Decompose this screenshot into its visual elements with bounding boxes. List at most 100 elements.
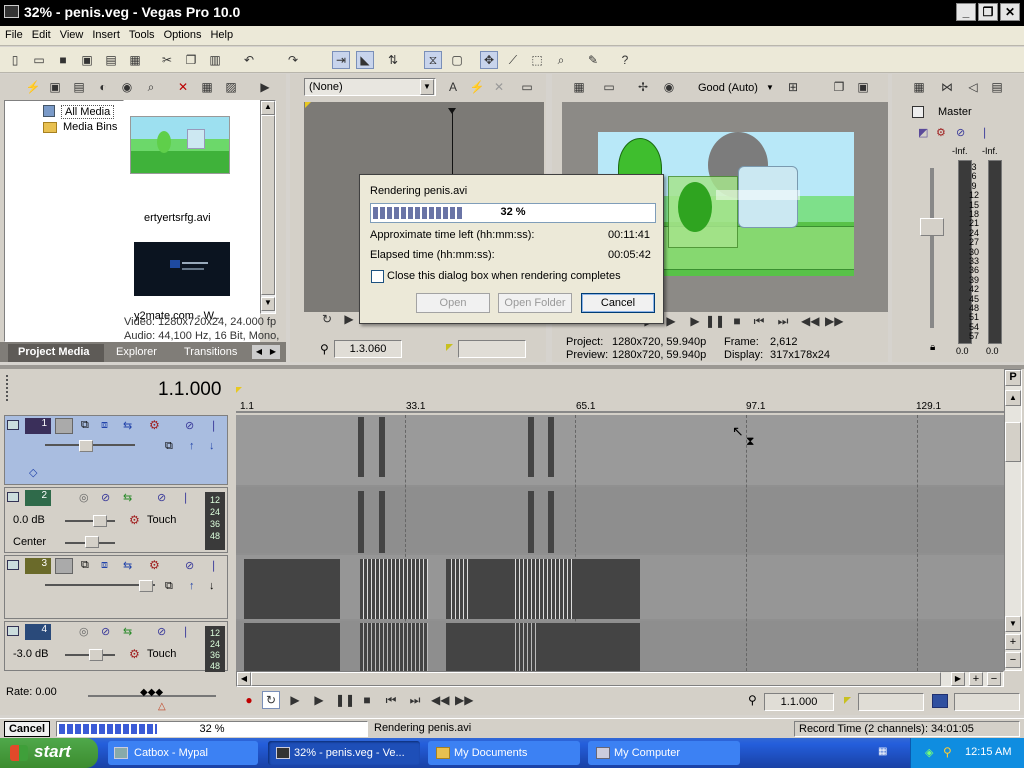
video-event[interactable] (512, 559, 572, 619)
preview-quality-select[interactable]: Good (Auto) (698, 82, 758, 94)
menu-tools[interactable]: Tools (124, 26, 159, 41)
menu-edit[interactable]: Edit (27, 26, 55, 41)
mute-icon[interactable]: ⊘ (185, 559, 194, 572)
show-video-icon[interactable]: ▭ (518, 78, 536, 96)
preview-play-2-icon[interactable]: ▶ (686, 312, 704, 330)
volume-slider[interactable] (89, 649, 103, 661)
normal-edit-tool-icon[interactable]: ✥ (480, 51, 498, 69)
timeline-horizontal-scrollbar[interactable]: ◀ ▶ + − (236, 671, 1004, 687)
make-compositing-child-icon[interactable]: ↑ (189, 580, 195, 592)
media-thumbnail[interactable] (130, 116, 230, 174)
zoom-in-icon[interactable]: + (1005, 634, 1021, 650)
go-to-start-icon[interactable]: ⏮ (382, 691, 400, 709)
auto-crossfade-icon[interactable]: ⧖ (424, 51, 442, 69)
timeline-marker-icon[interactable]: P (1005, 370, 1021, 386)
taskbar-item-catbox[interactable]: Catbox - Mypal (108, 741, 258, 765)
track-header-2[interactable]: 2 ◎ ⊘ ⇆ ⊘ ❘ 0.0 dB ⚙ Touch Center 12 24 36… (4, 487, 228, 553)
cut-icon[interactable]: ✂ (158, 51, 176, 69)
track-minimize-icon[interactable] (7, 492, 19, 502)
language-icon[interactable]: ▦ (878, 742, 890, 762)
solo-icon[interactable]: ❘ (181, 625, 190, 638)
parent-motion-icon[interactable]: ⧈ (101, 559, 108, 572)
audio-event[interactable] (244, 623, 340, 671)
master-fader[interactable] (920, 218, 944, 236)
menu-file[interactable]: File (0, 26, 27, 41)
preview-pause-icon[interactable]: ❚❚ (704, 312, 725, 330)
open-button[interactable]: Open (416, 293, 490, 313)
cancel-button[interactable]: Cancel (581, 293, 655, 313)
open-folder-button[interactable]: Open Folder (498, 293, 572, 313)
loop-region-icon[interactable] (932, 694, 948, 708)
remove-media-icon[interactable]: ✕ (174, 78, 192, 96)
media-fx-icon[interactable]: ◉ (118, 78, 136, 96)
views-icon[interactable]: ▨ (222, 78, 240, 96)
taskbar-item-my-documents[interactable]: My Documents (428, 741, 580, 765)
video-event[interactable] (528, 417, 534, 477)
lock-icon[interactable]: 🔒︎ (930, 342, 935, 353)
save-icon[interactable]: ■ (54, 51, 72, 69)
new-icon[interactable]: ▯ (6, 51, 24, 69)
trimmer-play-icon[interactable]: ▶ (340, 310, 358, 328)
maximize-button[interactable]: ❐ (978, 3, 998, 21)
capture-video-icon[interactable]: ▣ (46, 78, 64, 96)
whats-this-help-icon[interactable]: ? (616, 51, 634, 69)
preview-play-from-start-icon[interactable]: ▶ (662, 312, 680, 330)
snapping-icon[interactable]: ⇥ (332, 51, 350, 69)
copy-snapshot-icon[interactable]: ❐ (830, 78, 848, 96)
taskbar-item-vegas[interactable]: 32% - penis.veg - Ve... (268, 741, 420, 765)
start-preview-icon[interactable]: ▶ (256, 78, 274, 96)
compositing-mode-icon[interactable]: ⧉ (81, 419, 89, 432)
make-compositing-parent-icon[interactable]: ↓ (209, 580, 215, 592)
auto-ripple-icon[interactable]: ◣ (356, 51, 374, 69)
taskbar-item-my-computer[interactable]: My Computer (588, 741, 740, 765)
video-event[interactable] (244, 559, 340, 619)
make-compositing-child-icon[interactable]: ↑ (189, 440, 195, 452)
automation-mode[interactable]: Touch (147, 514, 176, 526)
track-header-1[interactable]: 1 ⧉ ⧈ ⇆ ⚙ ⊘ ❘ ⧉ ↑ ↓ ◇ (4, 415, 228, 485)
ignore-grouping-icon[interactable]: ▢ (448, 51, 466, 69)
track-header-3[interactable]: 3 ⧉ ⧈ ⇆ ⚙ ⊘ ❘ ⧉ ↑ ↓ (4, 555, 228, 619)
go-to-end-icon[interactable]: ⏭ (406, 691, 424, 709)
mixer-properties-icon[interactable]: ▦ (910, 78, 928, 96)
open-icon[interactable]: ▭ (30, 51, 48, 69)
search-icon[interactable]: ⚲ (943, 745, 952, 759)
track-motion-icon[interactable]: ⇆ (123, 559, 132, 572)
track-fx-icon[interactable]: ⇆ (123, 625, 132, 638)
downmix-icon[interactable]: ⋈ (938, 78, 956, 96)
invert-phase-icon[interactable]: ⊘ (101, 625, 110, 638)
menu-view[interactable]: View (55, 26, 88, 41)
overlays-icon[interactable]: ⊞ (784, 78, 802, 96)
trimmer-preset-select[interactable]: (None) (304, 78, 436, 96)
video-event[interactable] (448, 559, 468, 619)
cancel-render-button[interactable]: Cancel (4, 721, 50, 737)
copy-icon[interactable]: ❐ (182, 51, 200, 69)
bypass-motion-blur-icon[interactable]: ⧉ (165, 580, 173, 593)
menu-help[interactable]: Help (205, 26, 237, 41)
play-icon[interactable]: ▶ (310, 691, 328, 709)
play-from-start-icon[interactable]: ▶ (286, 691, 304, 709)
mute-icon[interactable]: ⊘ (157, 625, 166, 638)
mute-icon[interactable]: ⊘ (157, 491, 166, 504)
audio-event[interactable] (512, 623, 536, 671)
video-event[interactable] (379, 417, 385, 477)
tree-item-all-media[interactable]: All Media (61, 105, 115, 119)
media-properties-icon[interactable]: ▦ (198, 78, 216, 96)
video-event[interactable] (360, 559, 428, 619)
tab-explorer[interactable]: Explorer (116, 346, 157, 358)
track-minimize-icon[interactable] (7, 626, 19, 636)
remove-icon[interactable]: ✕ (490, 78, 508, 96)
media-thumbnail[interactable] (134, 242, 230, 296)
external-monitor-icon[interactable]: ▭ (600, 78, 618, 96)
mixer-settings-icon[interactable]: ▤ (988, 78, 1006, 96)
media-list-scrollbar[interactable]: ▲ ▼ (260, 100, 276, 314)
mute-icon[interactable]: ⊘ (185, 419, 194, 432)
envelope-tool-icon[interactable]: ⟋ (504, 51, 522, 69)
dim-output-icon[interactable]: ◁ (964, 78, 982, 96)
extract-audio-icon[interactable]: ◐ (94, 78, 112, 96)
next-frame-icon[interactable]: ▶▶ (454, 691, 473, 709)
zoom-out-icon[interactable]: − (1005, 652, 1021, 668)
stop-icon[interactable]: ■ (358, 691, 376, 709)
preview-go-start-icon[interactable]: ⏮ (750, 312, 768, 330)
video-event[interactable] (358, 417, 364, 477)
preview-properties-icon[interactable]: ▦ (570, 78, 588, 96)
